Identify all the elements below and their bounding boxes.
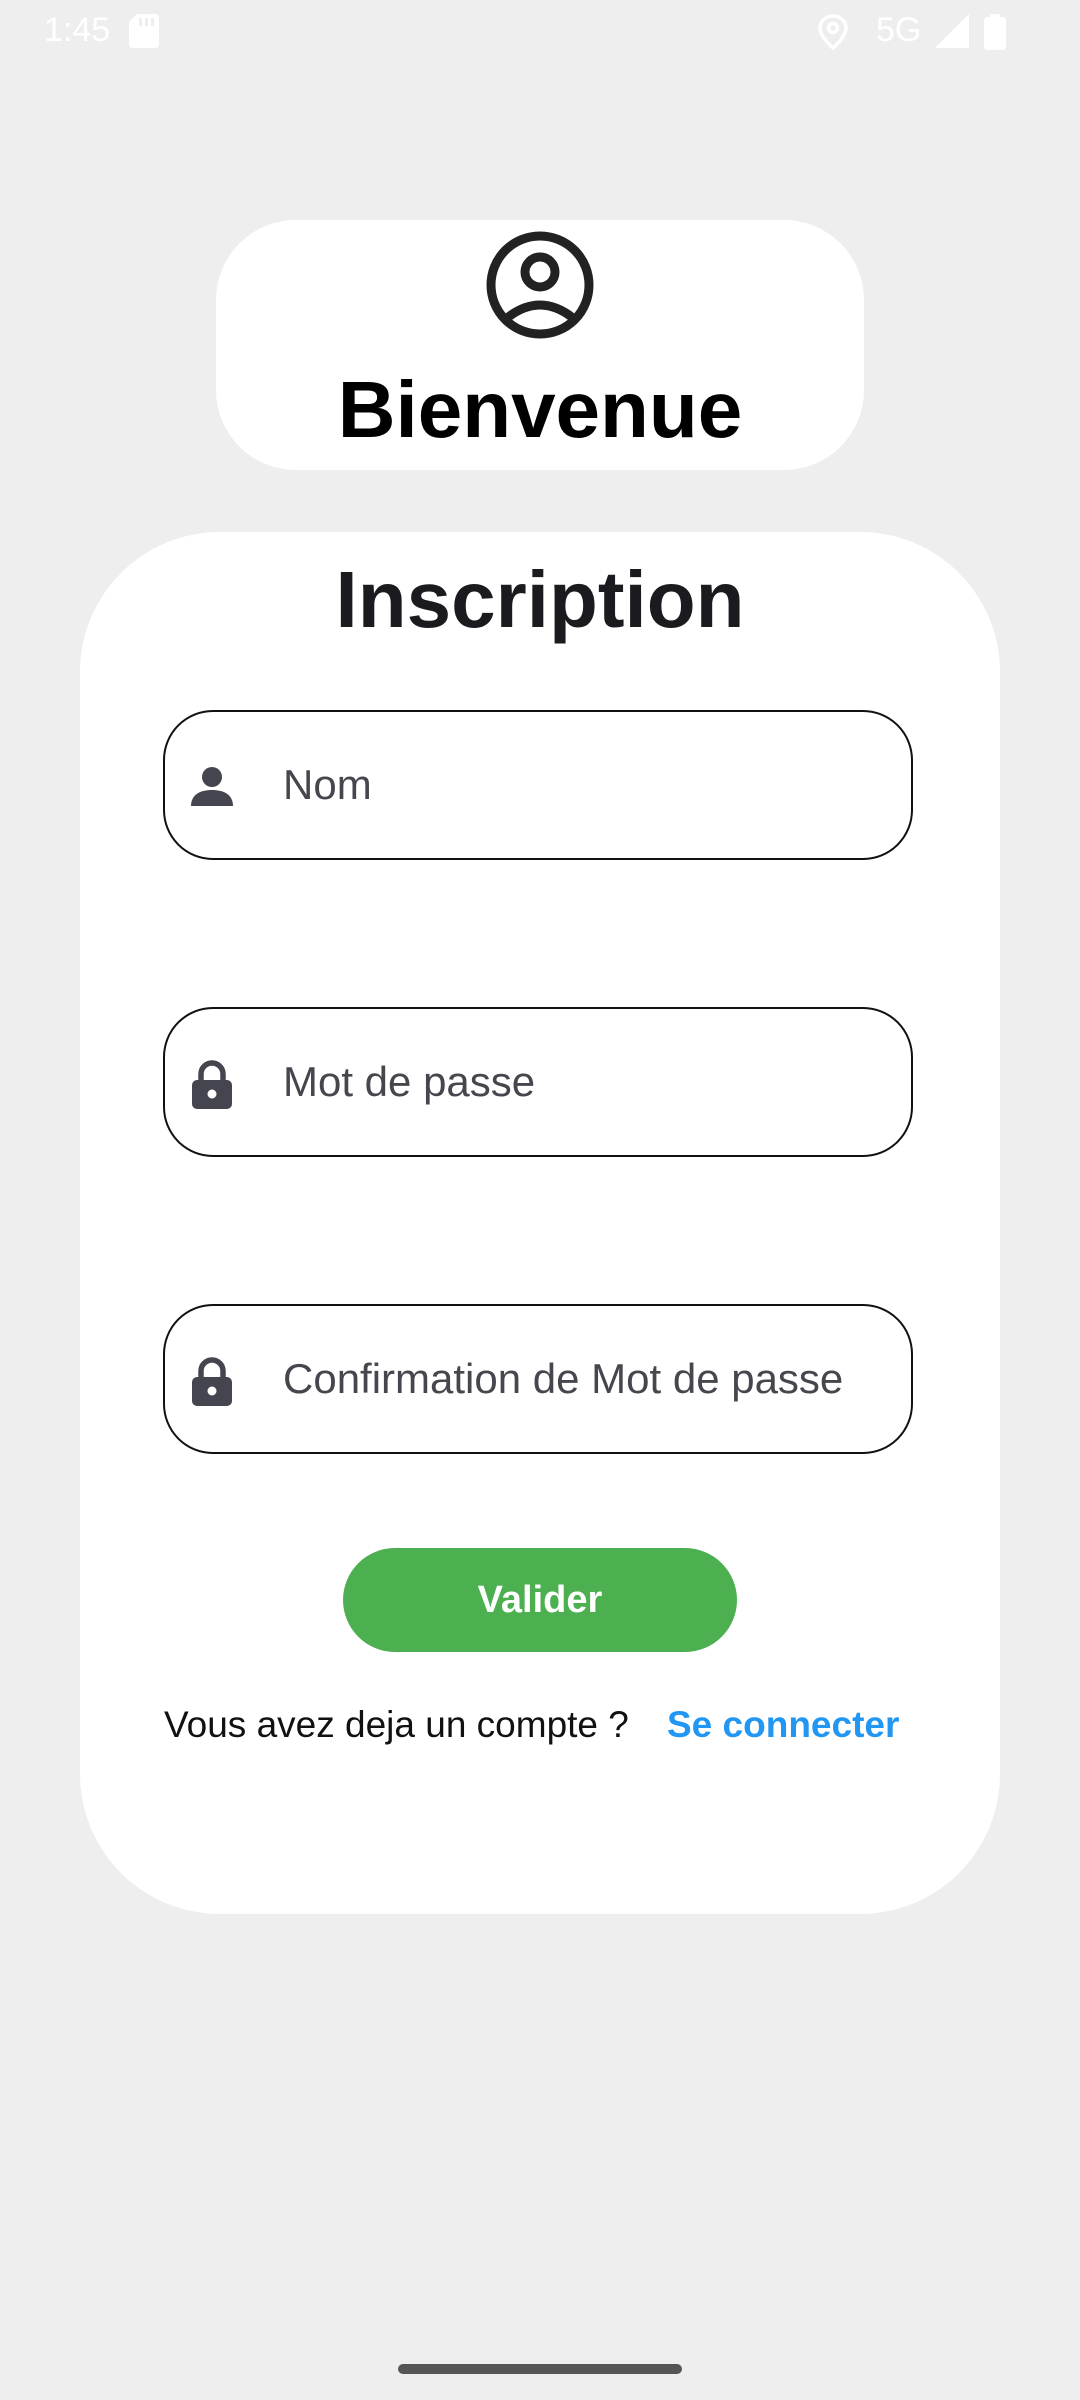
confirm-password-field[interactable] [163, 1304, 913, 1454]
account-prompt-text: Vous avez deja un compte ? [164, 1704, 629, 1745]
name-input[interactable] [283, 712, 903, 857]
network-type-label: 5G [876, 11, 922, 49]
confirm-password-input[interactable] [283, 1306, 903, 1451]
battery-icon [984, 14, 1006, 50]
name-field[interactable] [163, 710, 913, 860]
welcome-card: Bienvenue [216, 220, 864, 470]
status-time: 1:45 [44, 11, 111, 49]
home-indicator[interactable] [398, 2364, 682, 2374]
person-icon [191, 767, 233, 806]
welcome-title: Bienvenue [337, 365, 743, 454]
signal-icon [935, 14, 969, 48]
account-circle-icon [486, 231, 594, 339]
login-link[interactable]: Se connecter [667, 1702, 899, 1748]
password-input[interactable] [283, 1009, 903, 1154]
submit-button[interactable]: Valider [343, 1548, 737, 1652]
lock-icon [192, 1357, 232, 1406]
password-field[interactable] [163, 1007, 913, 1157]
signup-form-card: Inscription Valider Vous avez deja un co… [80, 532, 1000, 1914]
form-title: Inscription [335, 555, 745, 644]
lock-icon [192, 1060, 232, 1109]
sd-card-icon [129, 14, 159, 48]
location-icon [818, 14, 848, 50]
